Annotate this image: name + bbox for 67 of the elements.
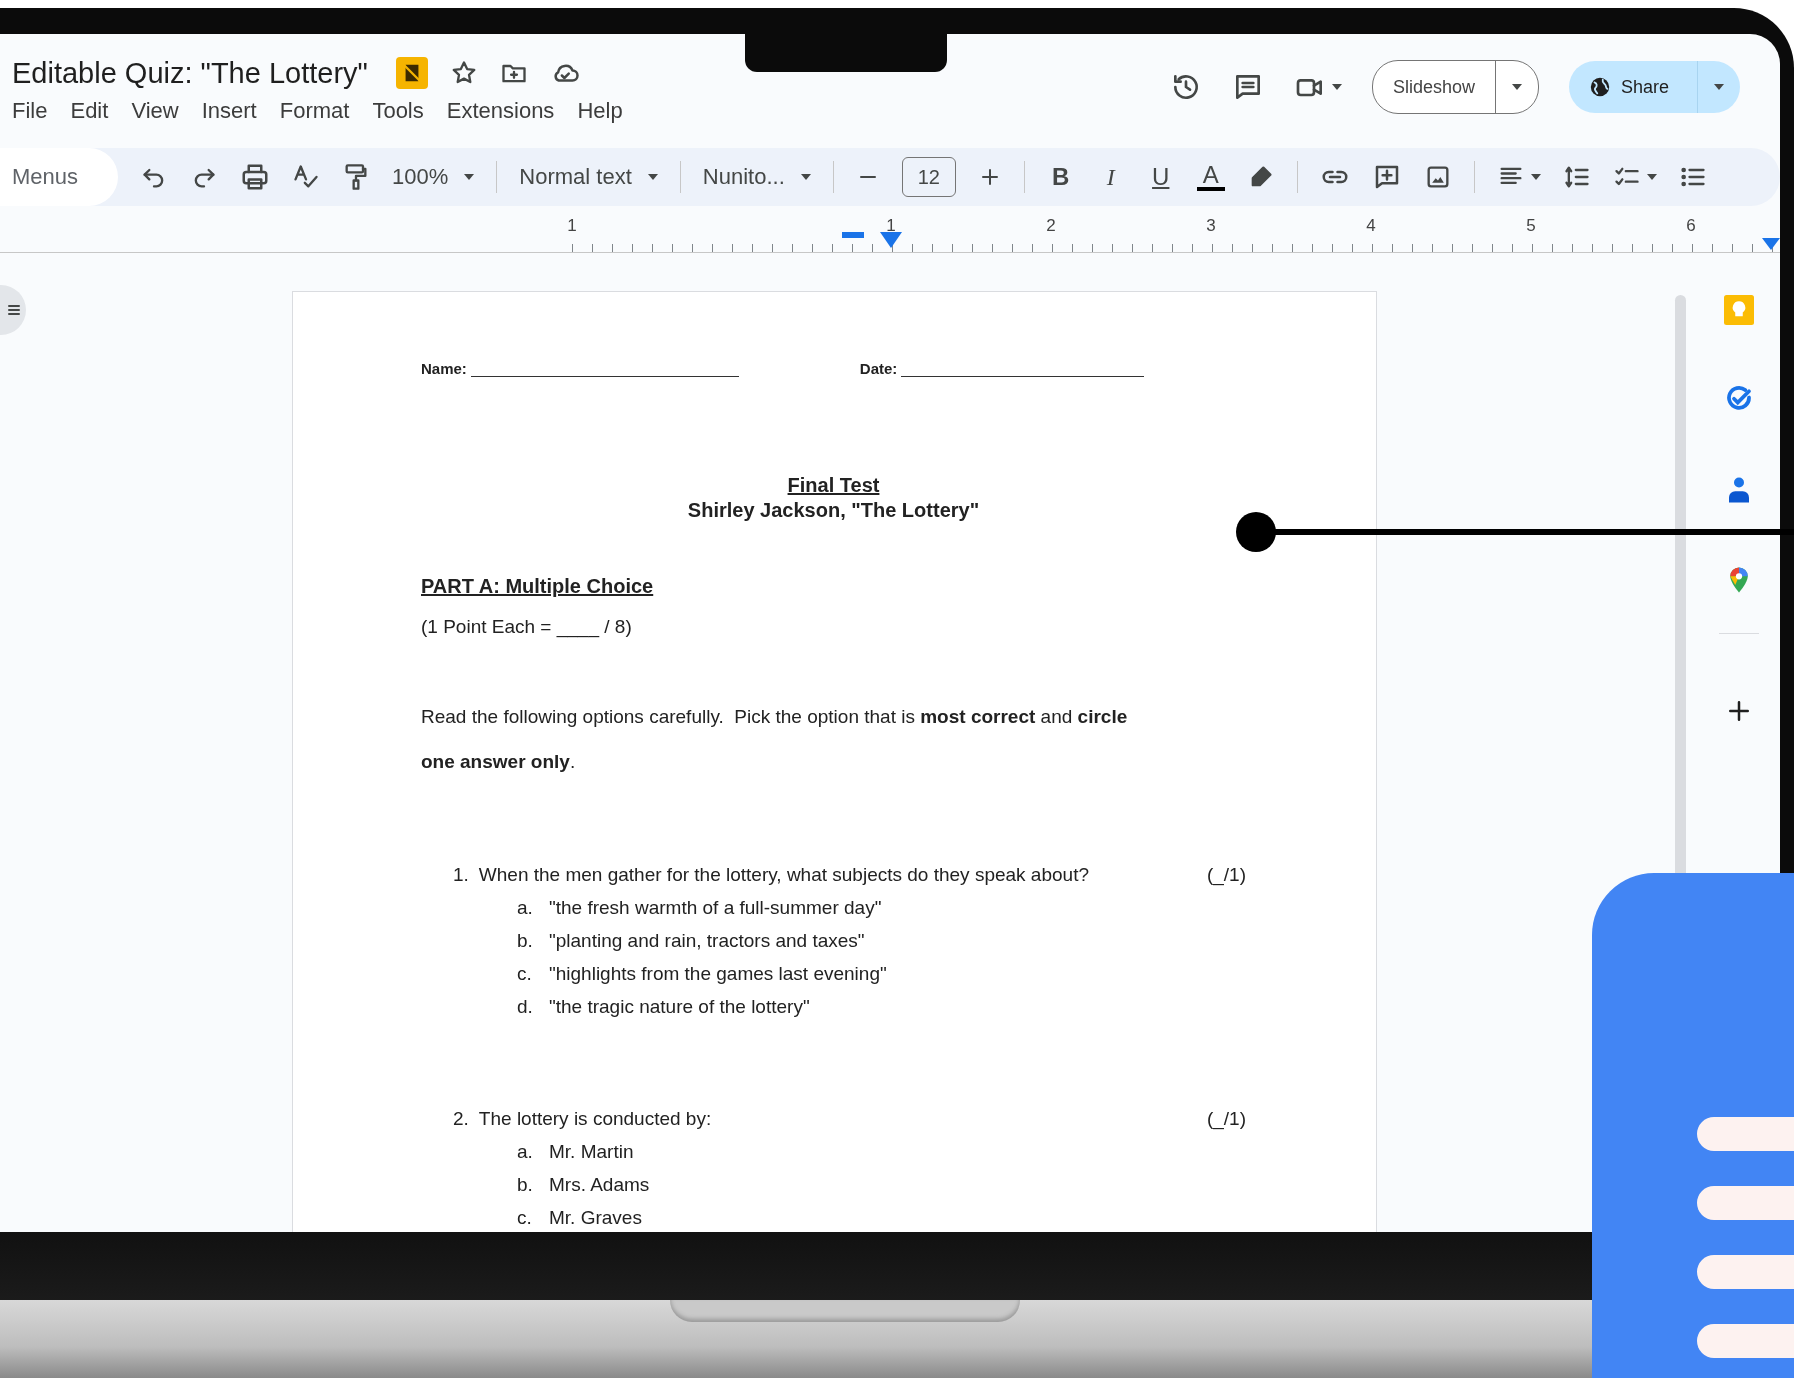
test-subtitle: Shirley Jackson, "The Lottery" [687, 499, 980, 521]
ruler-number: 3 [1206, 216, 1216, 236]
font-size-field[interactable]: 12 [901, 157, 956, 197]
text-style-dropdown[interactable]: Normal text [519, 164, 658, 190]
section-heading: PART A: Multiple Choice [421, 575, 654, 597]
answer-option: Mr. Graves [549, 1207, 642, 1229]
menu-item[interactable]: Extensions [446, 97, 555, 124]
points-text: (1 Point Each = ____ / 8) [421, 616, 632, 637]
first-line-indent-handle[interactable] [842, 232, 864, 238]
caret-icon[interactable] [800, 174, 811, 180]
menu-item[interactable]: File [12, 97, 48, 124]
test-title: Final Test [787, 474, 880, 496]
ruler-number: 2 [1046, 216, 1056, 236]
zoom-dropdown[interactable]: 100% [392, 164, 475, 190]
right-indent-handle[interactable] [1762, 238, 1780, 250]
offline-doc-icon[interactable] [395, 57, 428, 89]
question-number: 1. [453, 864, 469, 886]
italic-button[interactable]: I [1096, 163, 1125, 191]
ruler-number: 1 [886, 216, 896, 236]
answer-option: Mrs. Adams [549, 1174, 650, 1196]
menu-icon [8, 305, 20, 315]
underline-button[interactable]: U [1146, 163, 1175, 191]
date-label: Date: [859, 360, 898, 377]
menu-item[interactable]: Edit [70, 97, 109, 124]
instructions-text: Read the following options carefully. Pick the option that is most correct and circle one answer only. [421, 705, 1129, 774]
question-number: 2. [453, 1108, 469, 1130]
caret-icon[interactable] [464, 174, 475, 180]
menus-search-field[interactable]: Menus [0, 148, 119, 206]
text-color-button[interactable]: A [1196, 163, 1225, 191]
question-score: (_/1) [1206, 864, 1246, 886]
question-text: The lottery is conducted by: [478, 1108, 713, 1130]
caret-icon[interactable] [1646, 174, 1657, 180]
menu-item[interactable]: Insert [201, 97, 257, 124]
ruler-number: 5 [1526, 216, 1536, 236]
menu-item[interactable]: Tools [372, 97, 424, 124]
caret-icon[interactable] [1511, 84, 1522, 90]
ruler-number: 1 [567, 216, 577, 236]
answer-option: "the fresh warmth of a full-summer day" [549, 897, 882, 919]
caret-icon[interactable] [1714, 84, 1724, 90]
option-letter: a. [517, 897, 534, 919]
menu-item[interactable]: Format [279, 97, 350, 124]
option-letter: b. [517, 1174, 534, 1196]
name-label: Name: [421, 360, 467, 377]
print-icon[interactable] [240, 162, 271, 192]
caret-icon[interactable] [647, 174, 658, 180]
option-letter: a. [517, 1141, 534, 1163]
menu-item[interactable]: View [131, 97, 179, 124]
document-title[interactable]: Editable Quiz: "The Lottery" [12, 56, 368, 90]
left-indent-handle[interactable] [880, 232, 902, 248]
option-letter: c. [517, 1207, 533, 1229]
ruler-number: 6 [1686, 216, 1696, 236]
caret-icon[interactable] [1331, 84, 1342, 90]
answer-option: "the tragic nature of the lottery" [549, 996, 810, 1018]
globe-icon [1588, 76, 1611, 98]
caret-icon[interactable] [1530, 174, 1541, 180]
answer-option: Mr. Martin [549, 1141, 634, 1163]
option-letter: c. [517, 963, 533, 985]
menu-item[interactable]: Help [577, 97, 623, 124]
answer-option: "planting and rain, tractors and taxes" [549, 930, 865, 952]
question-text: When the men gather for the lottery, what subjects do they speak about? [478, 864, 1090, 886]
font-dropdown[interactable]: Nunito... [702, 164, 811, 190]
answer-option: "highlights from the games last evening" [549, 963, 887, 985]
bold-button[interactable]: B [1046, 163, 1075, 191]
ruler-number: 4 [1366, 216, 1376, 236]
option-letter: d. [517, 996, 534, 1018]
question-score: (_/1) [1206, 1108, 1246, 1130]
option-letter: b. [517, 930, 534, 952]
